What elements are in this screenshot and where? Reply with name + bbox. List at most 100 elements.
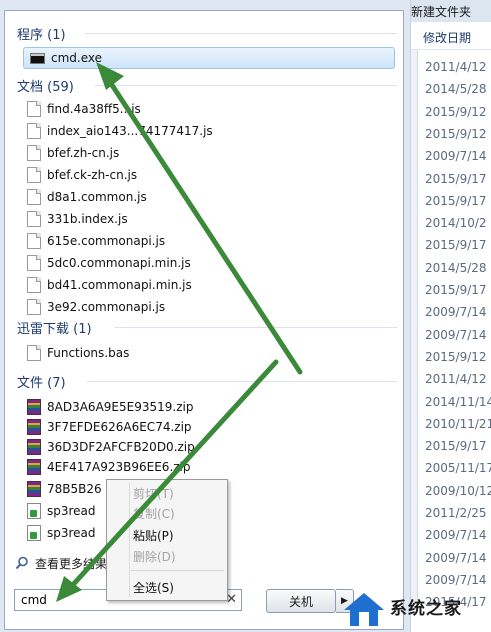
result-item-label: Functions.bas bbox=[47, 346, 130, 360]
result-item-label: d8a1.common.js bbox=[47, 190, 147, 204]
explorer-date-cell: 2015/9/17 2 bbox=[425, 171, 491, 186]
document-icon bbox=[27, 101, 41, 117]
document-icon bbox=[27, 345, 41, 361]
menu-item-copy[interactable]: 复制(C) bbox=[133, 503, 175, 523]
document-icon bbox=[27, 233, 41, 249]
result-item-label: bfef.ck-zh-cn.js bbox=[47, 168, 138, 182]
result-item-file[interactable]: 3F7EFDE626A6EC74.zip bbox=[27, 417, 192, 437]
result-item-label: find.4a38ff5...js bbox=[47, 102, 141, 116]
result-item-label: 36D3DF2AFCFB20D0.zip bbox=[47, 440, 195, 454]
zip-archive-icon bbox=[27, 439, 41, 455]
result-item-label: bfef.zh-cn.js bbox=[47, 146, 120, 160]
group-divider bbox=[115, 327, 397, 328]
explorer-date-cell: 2015/9/12 2 bbox=[425, 349, 491, 364]
explorer-date-cell: 2011/2/25 1 bbox=[425, 506, 491, 520]
group-divider bbox=[85, 33, 397, 34]
explorer-date-cell: 2015/9/17 2 bbox=[425, 439, 491, 454]
group-header-documents[interactable]: 文档 (59) bbox=[17, 75, 74, 95]
search-icon bbox=[15, 556, 28, 570]
group-header-programs[interactable]: 程序 (1) bbox=[17, 23, 66, 43]
text-file-icon bbox=[27, 525, 41, 541]
watermark-label: 系统之家 bbox=[390, 599, 462, 619]
result-item-label: 3F7EFDE626A6EC74.zip bbox=[47, 420, 192, 434]
explorer-date-cell: 2009/7/14 9 bbox=[425, 528, 491, 543]
explorer-date-cell: 2009/7/14 1 bbox=[425, 305, 491, 320]
menu-item-delete[interactable]: 删除(D) bbox=[133, 546, 176, 566]
group-programs-label: 程序 (1) bbox=[17, 27, 66, 43]
group-downloads-label: 迅雷下载 (1) bbox=[17, 321, 92, 337]
group-files-label: 文件 (7) bbox=[17, 375, 66, 391]
document-icon bbox=[27, 123, 41, 139]
see-more-results-link[interactable]: 查看更多结果 bbox=[15, 553, 107, 573]
result-item-document[interactable]: find.4a38ff5...js bbox=[27, 99, 141, 119]
result-item-download[interactable]: Functions.bas bbox=[27, 343, 129, 363]
result-item-label: 5dc0.commonapi.min.js bbox=[47, 256, 191, 270]
result-item-file[interactable]: 78B5B26 bbox=[27, 479, 102, 499]
explorer-date-cell: 2014/10/2 4 bbox=[425, 216, 491, 231]
result-item-label: sp3read bbox=[47, 526, 96, 540]
menu-item-label: 删除(D) bbox=[133, 549, 176, 564]
result-item-document[interactable]: 615e.commonapi.js bbox=[27, 231, 165, 251]
document-icon bbox=[27, 255, 41, 271]
console-icon bbox=[30, 52, 45, 64]
document-icon bbox=[27, 167, 41, 183]
explorer-date-cell: 2005/11/17 bbox=[425, 461, 491, 476]
site-watermark: 系统之家 bbox=[340, 588, 491, 632]
explorer-date-cell: 2015/9/17 2 bbox=[425, 283, 491, 297]
result-item-label: 8AD3A6A9E5E93519.zip bbox=[47, 400, 194, 414]
explorer-date-cell: 2015/9/12 2 bbox=[425, 104, 491, 119]
column-header-modified-date[interactable]: 修改日期 bbox=[411, 26, 491, 50]
explorer-date-cell: 2014/5/28 1 bbox=[425, 260, 491, 275]
result-item-label: sp3read bbox=[47, 504, 96, 518]
result-item-document[interactable]: 331b.index.js bbox=[27, 209, 128, 229]
explorer-title-label: 新建文件夹 bbox=[411, 4, 472, 19]
group-documents-label: 文档 (59) bbox=[17, 79, 74, 95]
explorer-folder-title: 新建文件夹 bbox=[411, 0, 491, 22]
menu-item-label: 全选(S) bbox=[133, 580, 174, 595]
result-item-label: index_aio143...74177417.js bbox=[47, 124, 213, 138]
result-item-cmd-exe[interactable]: cmd.exe bbox=[23, 47, 395, 69]
menu-item-paste[interactable]: 粘贴(P) bbox=[133, 525, 174, 545]
context-menu: 剪切(T) 复制(C) 粘贴(P) 删除(D) 全选(S) bbox=[106, 479, 228, 601]
zip-archive-icon bbox=[27, 419, 41, 435]
document-icon bbox=[27, 211, 41, 227]
result-item-document[interactable]: bfef.zh-cn.js bbox=[27, 143, 119, 163]
explorer-date-cell: 2009/10/12 bbox=[425, 483, 491, 498]
explorer-date-cell: 2014/5/28 1 bbox=[425, 82, 491, 97]
menu-item-label: 复制(C) bbox=[133, 506, 175, 521]
group-divider bbox=[95, 85, 397, 86]
result-item-document[interactable]: 5dc0.commonapi.min.js bbox=[27, 253, 191, 273]
result-item-file[interactable]: 4EF417A923B96EE6.zip bbox=[27, 457, 191, 477]
result-item-document[interactable]: bfef.ck-zh-cn.js bbox=[27, 165, 137, 185]
group-header-downloads[interactable]: 迅雷下载 (1) bbox=[17, 317, 92, 337]
menu-item-label: 剪切(T) bbox=[133, 486, 174, 501]
result-item-file[interactable]: 8AD3A6A9E5E93519.zip bbox=[27, 397, 193, 417]
zip-archive-icon bbox=[27, 459, 41, 475]
result-item-label: 4EF417A923B96EE6.zip bbox=[47, 460, 191, 474]
menu-item-label: 粘贴(P) bbox=[133, 528, 174, 543]
explorer-date-cell: 2011/4/12 2 bbox=[425, 60, 491, 74]
result-item-document[interactable]: index_aio143...74177417.js bbox=[27, 121, 213, 141]
menu-item-cut[interactable]: 剪切(T) bbox=[133, 483, 174, 503]
menu-item-select-all[interactable]: 全选(S) bbox=[133, 577, 174, 597]
result-item-label: 331b.index.js bbox=[47, 212, 128, 226]
result-item-document[interactable]: d8a1.common.js bbox=[27, 187, 147, 207]
document-icon bbox=[27, 299, 41, 315]
explorer-date-cell: 2009/7/14 1 bbox=[425, 327, 491, 342]
text-file-icon bbox=[27, 503, 41, 519]
explorer-date-cell: 2014/11/14 bbox=[425, 394, 491, 409]
document-icon bbox=[27, 277, 41, 293]
scrollbar[interactable] bbox=[411, 50, 418, 610]
result-item-file[interactable]: sp3read bbox=[27, 501, 96, 521]
result-item-label: cmd.exe bbox=[51, 51, 103, 65]
explorer-date-cell: 2010/11/21 bbox=[425, 416, 491, 431]
result-item-document[interactable]: 3e92.commonapi.js bbox=[27, 297, 165, 317]
shutdown-button[interactable]: 关机 bbox=[266, 589, 336, 613]
result-item-file[interactable]: sp3read bbox=[27, 523, 96, 543]
result-item-file[interactable]: 36D3DF2AFCFB20D0.zip bbox=[27, 437, 195, 457]
result-item-document[interactable]: bd41.commonapi.min.js bbox=[27, 275, 192, 295]
group-header-files[interactable]: 文件 (7) bbox=[17, 371, 66, 391]
result-item-label: 78B5B26 bbox=[47, 482, 102, 496]
explorer-date-cell: 2015/9/12 2 bbox=[425, 126, 491, 141]
explorer-date-cell: 2015/9/17 2 bbox=[425, 238, 491, 253]
